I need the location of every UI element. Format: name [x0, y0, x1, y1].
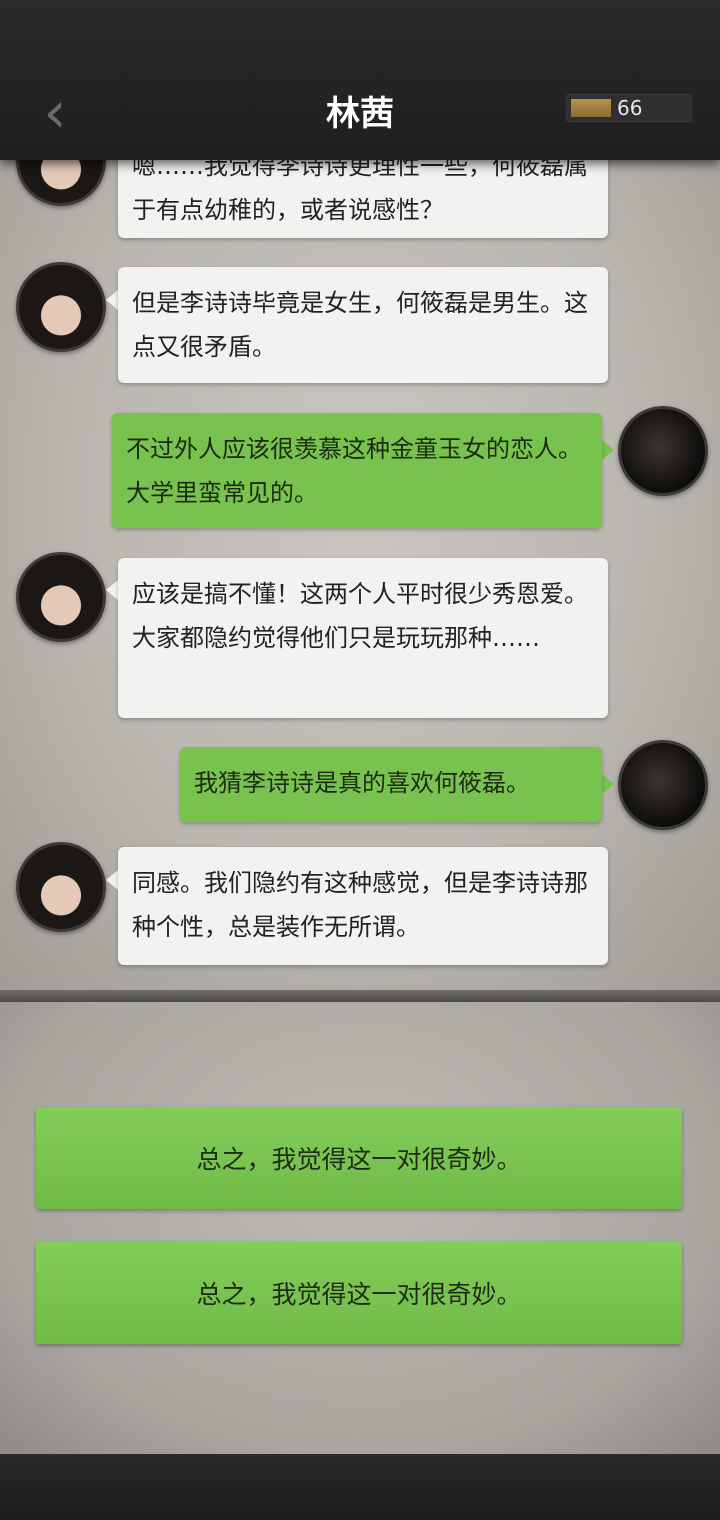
- bubble-tail: [602, 774, 614, 794]
- message-text: 我猜李诗诗是真的喜欢何筱磊。: [194, 769, 530, 797]
- top-bar: ‹ 林茜 66: [0, 0, 720, 160]
- avatar: [618, 740, 708, 830]
- message-bubble: 不过外人应该很羡慕这种金童玉女的恋人。大学里蛮常见的。: [112, 413, 602, 528]
- currency-counter: 66: [566, 94, 692, 122]
- message-bubble: 应该是搞不懂！这两个人平时很少秀恩爱。大家都隐约觉得他们只是玩玩那种……: [118, 558, 608, 718]
- chat-divider: [0, 990, 720, 1002]
- message-bubble: 我猜李诗诗是真的喜欢何筱磊。: [180, 747, 602, 822]
- avatar: [16, 842, 106, 932]
- avatar: [16, 552, 106, 642]
- counter-bar-icon: [571, 99, 611, 117]
- chat-area[interactable]: 嗯……我觉得李诗诗更理性一些，何筱磊属于有点幼稚的，或者说感性？ 但是李诗诗毕竟…: [0, 160, 720, 998]
- avatar: [16, 160, 106, 206]
- bubble-tail: [106, 580, 118, 600]
- choice-button[interactable]: 总之，我觉得这一对很奇妙。: [36, 1242, 682, 1344]
- message-bubble: 嗯……我觉得李诗诗更理性一些，何筱磊属于有点幼稚的，或者说感性？: [118, 160, 608, 238]
- counter-value: 66: [617, 96, 643, 120]
- avatar: [16, 262, 106, 352]
- message-text: 但是李诗诗毕竟是女生，何筱磊是男生。这点又很矛盾。: [132, 289, 588, 361]
- bubble-tail: [602, 440, 614, 460]
- avatar: [618, 406, 708, 496]
- message-bubble: 同感。我们隐约有这种感觉，但是李诗诗那种个性，总是装作无所谓。: [118, 847, 608, 965]
- choice-panel: 总之，我觉得这一对很奇妙。 总之，我觉得这一对很奇妙。: [0, 1002, 720, 1454]
- message-text: 应该是搞不懂！这两个人平时很少秀恩爱。大家都隐约觉得他们只是玩玩那种……: [132, 580, 588, 652]
- bubble-tail: [106, 870, 118, 890]
- choice-button[interactable]: 总之，我觉得这一对很奇妙。: [36, 1107, 682, 1209]
- choice-label: 总之，我觉得这一对很奇妙。: [196, 1280, 522, 1309]
- message-bubble: 但是李诗诗毕竟是女生，何筱磊是男生。这点又很矛盾。: [118, 267, 608, 383]
- bottom-bar: [0, 1454, 720, 1520]
- message-text: 同感。我们隐约有这种感觉，但是李诗诗那种个性，总是装作无所谓。: [132, 869, 588, 941]
- message-text: 不过外人应该很羡慕这种金童玉女的恋人。大学里蛮常见的。: [126, 435, 582, 507]
- choice-label: 总之，我觉得这一对很奇妙。: [196, 1145, 522, 1174]
- bubble-tail: [106, 290, 118, 310]
- message-text: 嗯……我觉得李诗诗更理性一些，何筱磊属于有点幼稚的，或者说感性？: [132, 160, 588, 224]
